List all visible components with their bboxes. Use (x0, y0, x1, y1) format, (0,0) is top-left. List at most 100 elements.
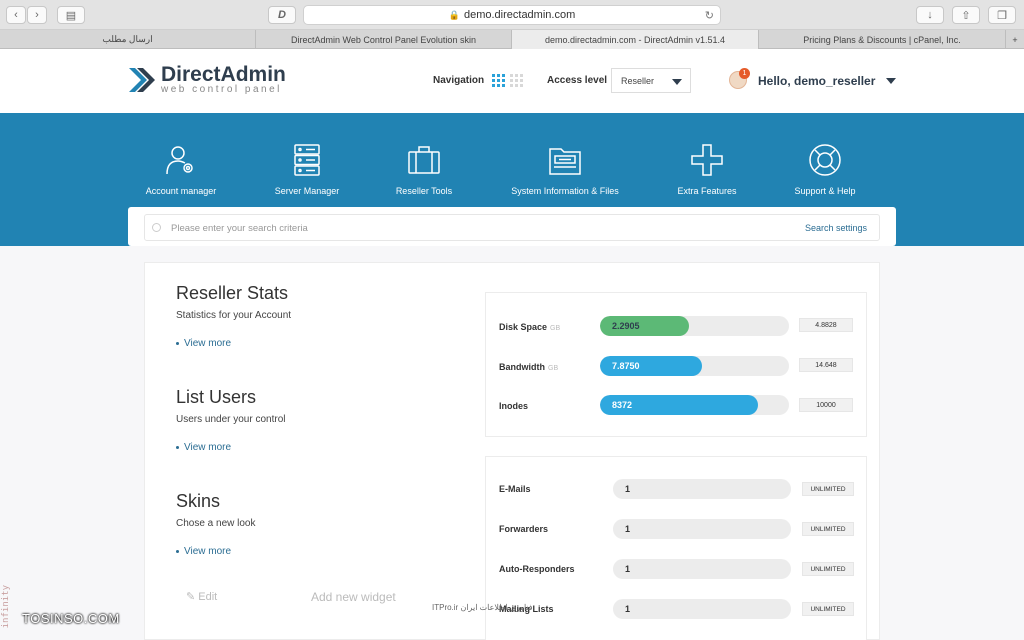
menu-label: Extra Features (677, 186, 737, 196)
menu-label: Support & Help (794, 186, 856, 196)
user-greeting[interactable]: Hello, demo_reseller (758, 74, 875, 88)
widget-list-users: List Users Users under your control View… (145, 367, 439, 471)
list-view-icon[interactable] (510, 74, 523, 87)
access-level-label: Access level (547, 75, 608, 86)
widget-subtitle: Users under your control (176, 414, 286, 425)
share-icon[interactable]: ⇧ (952, 6, 980, 24)
widget-title: List Users (176, 387, 257, 407)
lifebuoy-icon (809, 144, 841, 176)
view-more-link[interactable]: View more (184, 338, 231, 349)
users-gear-icon (166, 146, 193, 175)
browser-tab[interactable]: Pricing Plans & Discounts | cPanel, Inc. (759, 30, 1006, 49)
usage-fill: 2.2905 (600, 316, 689, 336)
usage-label: Disk Space GB (499, 322, 561, 332)
notification-badge[interactable]: 1 (739, 68, 750, 79)
sidebar-icon[interactable]: ▤ (57, 6, 85, 24)
url-text: demo.directadmin.com (463, 9, 576, 21)
downloads-icon[interactable]: ↓ (916, 6, 944, 24)
bullet-icon (176, 446, 179, 449)
address-bar[interactable]: 🔒 demo.directadmin.com ↻ (303, 5, 721, 25)
menu-account-manager[interactable]: Account manager (131, 143, 231, 196)
widget-title: Skins (176, 491, 221, 511)
menu-support-help[interactable]: Support & Help (775, 143, 875, 196)
menu-reseller-tools[interactable]: Reseller Tools (374, 143, 474, 196)
quota-value: 1 (613, 599, 791, 619)
logo[interactable]: DirectAdmin web control panel (127, 63, 286, 95)
search-input[interactable] (171, 219, 731, 237)
logo-subtitle: web control panel (161, 84, 282, 95)
quota-limit: UNLIMITED (802, 482, 854, 496)
search-settings-link[interactable]: Search settings (805, 223, 867, 233)
server-icon (294, 144, 320, 176)
quota-limit: UNLIMITED (802, 522, 854, 536)
menu-label: Server Manager (274, 186, 340, 196)
widget-subtitle: Statistics for your Account (176, 310, 292, 321)
forward-icon[interactable]: › (27, 6, 47, 24)
usage-bar: 2.2905 (600, 316, 789, 336)
usage-fill: 8372 (600, 395, 759, 415)
new-tab-button[interactable]: + (1006, 30, 1024, 49)
chevron-down-icon (672, 79, 682, 85)
usage-fill: 7.8750 (600, 356, 702, 376)
bullet-icon (176, 342, 179, 345)
menu-extra-features[interactable]: Extra Features (657, 143, 757, 196)
watermark-center: ITPro.ir فناوری اطلاعات ایران (432, 603, 533, 612)
quota-value: 1 (613, 519, 791, 539)
quota-value: 1 (613, 559, 791, 579)
browser-tab-bar: ارسال مطلب DirectAdmin Web Control Panel… (0, 30, 1024, 49)
browser-tab[interactable]: DirectAdmin Web Control Panel Evolution … (256, 30, 512, 49)
app-header: DirectAdmin web control panel Navigation… (0, 49, 1024, 113)
access-level-value: Reseller (621, 75, 655, 86)
usage-max: 10000 (799, 398, 853, 412)
directadmin-favicon-icon[interactable]: D (268, 6, 296, 24)
widget-skins: Skins Chose a new look View more (145, 471, 439, 575)
menu-server-manager[interactable]: Server Manager (257, 143, 357, 196)
browser-tab-active[interactable]: demo.directadmin.com - DirectAdmin v1.51… (512, 30, 759, 49)
quota-label: Auto-Responders (499, 564, 575, 574)
plus-icon (691, 144, 723, 176)
search-field: Search settings (144, 214, 880, 241)
widget-title: Reseller Stats (176, 283, 289, 303)
usage-label: Bandwidth GB (499, 362, 559, 372)
logo-title: DirectAdmin (161, 63, 286, 86)
watermark-side: infinity (1, 585, 11, 629)
reload-icon[interactable]: ↻ (705, 9, 714, 22)
quota-label: E-Mails (499, 484, 531, 494)
tab-label: Pricing Plans & Discounts | cPanel, Inc. (803, 34, 961, 45)
usage-bar: 8372 (600, 395, 789, 415)
widget-subtitle: Chose a new look (176, 518, 256, 529)
navigation-label: Navigation (433, 75, 485, 86)
menu-system-information[interactable]: System Information & Files (505, 143, 625, 196)
view-more-link[interactable]: View more (184, 442, 231, 453)
usage-bar: 7.8750 (600, 356, 789, 376)
quota-label: Forwarders (499, 524, 549, 534)
quota-box: E-Mails 1 UNLIMITED Forwarders 1 UNLIMIT… (485, 456, 867, 640)
menu-label: Account manager (145, 186, 217, 196)
edit-widgets-button[interactable]: ✎ Edit (186, 590, 217, 603)
folder-icon (549, 148, 581, 175)
user-menu-chevron-icon[interactable] (886, 78, 896, 84)
bullet-icon (176, 550, 179, 553)
view-more-link[interactable]: View more (184, 546, 231, 557)
usage-max: 4.8828 (799, 318, 853, 332)
quota-limit: UNLIMITED (802, 562, 854, 576)
add-widget-button[interactable]: Add new widget (311, 590, 396, 604)
search-icon (152, 223, 161, 232)
usage-max: 14.648 (799, 358, 853, 372)
browser-tab[interactable]: ارسال مطلب (0, 30, 256, 49)
quota-limit: UNLIMITED (802, 602, 854, 616)
edit-label: Edit (198, 591, 218, 603)
browser-toolbar: ‹ › ▤ D 🔒 demo.directadmin.com ↻ ↓ ⇧ ❐ (0, 0, 1024, 30)
access-level-select[interactable]: Reseller (611, 68, 691, 93)
grid-view-icon[interactable] (492, 74, 505, 87)
widget-reseller-stats: Reseller Stats Statistics for your Accou… (145, 263, 439, 367)
back-icon[interactable]: ‹ (6, 6, 26, 24)
watermark-left: TOSINSO.COM (22, 611, 120, 626)
tab-label: ارسال مطلب (102, 34, 153, 44)
usage-stats-box: Disk Space GB 2.2905 4.8828 Bandwidth GB 7… (485, 292, 867, 437)
usage-unit: GB (548, 365, 559, 372)
directadmin-logo-icon (129, 68, 155, 92)
usage-unit: GB (550, 325, 561, 332)
tabs-overview-icon[interactable]: ❐ (988, 6, 1016, 24)
menu-label: System Information & Files (511, 186, 619, 196)
